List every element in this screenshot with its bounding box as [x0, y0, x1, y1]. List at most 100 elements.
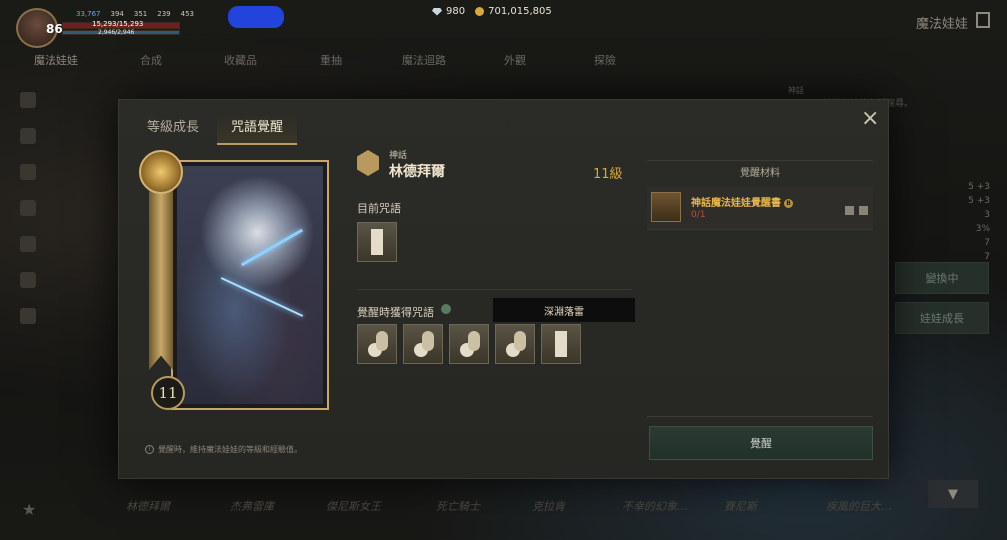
right-stat: 7 — [984, 238, 990, 248]
awaken-spells-label: 覺醒時獲得咒語 — [357, 306, 434, 319]
diamond-icon — [432, 7, 442, 16]
current-spell-label: 目前咒語 — [357, 202, 401, 215]
filter-icon-7[interactable] — [20, 308, 36, 324]
awaken-spell-slot[interactable] — [403, 324, 443, 364]
player-stats: 33,767 394 351 239 453 — [76, 10, 194, 18]
nav-tab-combine[interactable]: 合成 — [140, 52, 162, 68]
doll-card: 11 — [139, 150, 329, 420]
wisp-icon — [468, 331, 480, 351]
material-name: 神話魔法娃娃覺醒書 — [691, 198, 781, 209]
awaken-spell-slot[interactable] — [495, 324, 535, 364]
divider — [647, 416, 873, 417]
gem-amount: 980 — [446, 6, 466, 17]
gold-currency: 701,015,805 — [475, 6, 552, 17]
doll-list-item[interactable]: 杰弗雷庫 — [230, 498, 274, 514]
spell-tooltip: 深淵落雷 — [493, 298, 635, 322]
doll-list-item[interactable]: 克拉肯 — [532, 498, 565, 514]
card-ribbon — [149, 190, 173, 370]
top-bar: 86 33,767 394 351 239 453 15,293/15,293 … — [0, 0, 1007, 48]
nav-tab-appearance[interactable]: 外觀 — [504, 52, 526, 68]
gold-amount: 701,015,805 — [488, 6, 552, 17]
wisp-icon — [422, 331, 434, 351]
right-stat: 5 +3 — [968, 182, 990, 192]
doll-list-item[interactable]: 疾風的巨大… — [826, 498, 892, 514]
doll-list-item[interactable]: 死亡騎士 — [436, 498, 480, 514]
nav-tab-collection[interactable]: 收藏品 — [224, 52, 257, 68]
doll-header: 神話 林德拜爾 11級 — [357, 148, 623, 184]
shop-icon[interactable] — [859, 206, 868, 215]
doll-list-item[interactable]: 傑尼斯女王 — [326, 498, 381, 514]
filter-all-icon[interactable] — [20, 92, 36, 108]
tab-level-growth[interactable]: 等級成長 — [133, 112, 213, 145]
rarity-medal-icon — [139, 150, 183, 194]
modal-tabs: 等級成長 咒語覺醒 — [133, 112, 301, 145]
equipped-button[interactable]: 變換中 — [895, 262, 989, 294]
craft-hammer-icon[interactable] — [845, 206, 854, 215]
swap-icon[interactable] — [441, 304, 451, 314]
awaken-spell-slot[interactable] — [357, 324, 397, 364]
awaken-note: ! 覺醒時，維持魔法娃娃的等級和經驗值。 — [145, 444, 302, 455]
note-text: 覺醒時，維持魔法娃娃的等級和經驗值。 — [158, 445, 302, 454]
filter-icon[interactable]: ▼ — [928, 480, 978, 508]
doll-artwork — [177, 166, 323, 404]
gem-currency: 980 — [432, 6, 465, 17]
doll-list-item[interactable]: 賽尼斯 — [724, 498, 757, 514]
card-level-badge: 11 — [151, 376, 185, 410]
bg-rarity-label: 神話 — [788, 86, 804, 95]
filter-icon-6[interactable] — [20, 272, 36, 288]
stat-3: 351 — [133, 10, 148, 18]
doll-level: 11級 — [593, 167, 623, 182]
doll-list-item[interactable]: 不幸的幻象… — [622, 498, 688, 514]
divider — [357, 289, 631, 290]
nav-tab-doll[interactable]: 魔法娃娃 — [34, 52, 78, 68]
filter-icon-4[interactable] — [20, 200, 36, 216]
scroll-spell-icon — [555, 331, 567, 357]
doll-list-item[interactable]: 林德拜爾 — [126, 498, 170, 514]
filter-icon-2[interactable] — [20, 128, 36, 144]
nav-tab-explore[interactable]: 探險 — [594, 52, 616, 68]
nav-tab-reroll[interactable]: 重抽 — [320, 52, 342, 68]
doll-growth-button[interactable]: 娃娃成長 — [895, 302, 989, 334]
main-nav: 魔法娃娃 合成 收藏品 重抽 魔法迴路 外觀 探險 ⌕ 請輸入娃娃名稱搜尋。 — [0, 44, 1007, 109]
awaken-button[interactable]: 覺醒 — [649, 426, 873, 460]
material-row[interactable]: 神話魔法娃娃覺醒書 B 0/1 — [647, 186, 873, 230]
right-stat: 3% — [975, 224, 990, 234]
scroll-spell-icon — [371, 229, 383, 255]
materials-title: 覺醒材料 — [740, 168, 780, 179]
stat-2: 394 — [110, 10, 124, 18]
mythic-rarity-icon — [357, 150, 379, 176]
close-icon[interactable]: × — [861, 108, 879, 130]
star-icon[interactable]: ★ — [22, 500, 36, 519]
awaken-book-icon — [651, 192, 681, 222]
app-title: 魔法娃娃 — [916, 17, 969, 32]
awaken-spell-slot[interactable] — [541, 324, 581, 364]
doll-name-strip: 林德拜爾 杰弗雷庫 傑尼斯女王 死亡騎士 克拉肯 不幸的幻象… 賽尼斯 疾風的巨… — [0, 492, 1007, 518]
side-filter-icons — [20, 92, 36, 324]
filter-icon-3[interactable] — [20, 164, 36, 180]
info-icon: ! — [145, 445, 154, 454]
wisp-icon — [376, 331, 388, 351]
nav-tab-circuit[interactable]: 魔法迴路 — [402, 52, 446, 68]
coin-icon — [475, 7, 485, 16]
hp-text: 15,293/15,293 — [92, 20, 144, 28]
lightning-decoration — [220, 277, 304, 317]
redacted-name — [228, 6, 284, 28]
currency-display: 980 701,015,805 — [432, 6, 552, 17]
current-spell-slot[interactable] — [357, 222, 397, 262]
bound-badge-icon: B — [784, 198, 793, 208]
tab-spell-awaken[interactable]: 咒語覺醒 — [217, 112, 298, 145]
stat-power: 33,767 — [76, 10, 101, 18]
player-level: 86 — [46, 22, 63, 36]
wisp-icon — [514, 331, 526, 351]
lightning-decoration — [240, 228, 304, 267]
doll-name: 林德拜爾 — [389, 164, 445, 180]
right-stat: 5 +3 — [968, 196, 990, 206]
rarity-label: 神話 — [389, 151, 408, 161]
filter-icon-5[interactable] — [20, 236, 36, 252]
spell-awaken-modal: 等級成長 咒語覺醒 × 11 ! 覺醒時，維持魔法娃娃的等級和經驗值。 神話 林… — [118, 99, 889, 479]
awaken-spell-slot[interactable] — [449, 324, 489, 364]
stat-5: 453 — [180, 10, 194, 18]
exit-icon[interactable] — [976, 12, 990, 28]
material-name-wrap: 神話魔法娃娃覺醒書 B — [691, 194, 793, 209]
right-stat-list: 5 +3 5 +3 3 3% 7 7 — [950, 180, 990, 264]
